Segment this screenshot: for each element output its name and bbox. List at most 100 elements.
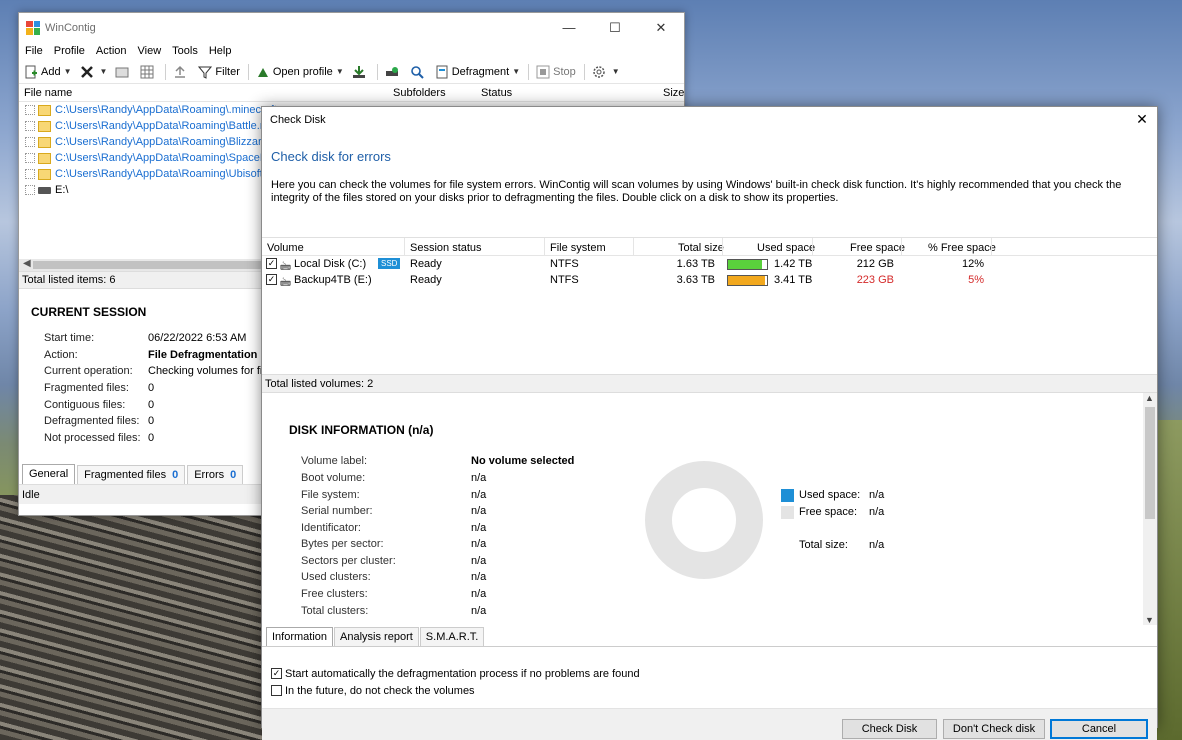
tab-errors[interactable]: Errors 0 [187, 465, 244, 484]
chevron-down-icon: ▼ [63, 67, 72, 76]
scroll-thumb[interactable] [1145, 407, 1155, 519]
download-icon [352, 65, 365, 78]
tree-connector-icon [25, 137, 35, 147]
column-pct-free[interactable]: % Free space [928, 242, 996, 254]
remove-button[interactable]: ▼ [80, 65, 108, 79]
window-title: WinContig [45, 21, 96, 34]
column-free-space[interactable]: Free space [850, 242, 905, 254]
volume-checkbox[interactable]: ✓ [266, 274, 277, 285]
defragment-button[interactable]: Defragment ▼ [435, 65, 520, 79]
scroll-down-icon[interactable]: ▼ [1145, 615, 1154, 625]
folder-icon [38, 120, 51, 132]
add-button[interactable]: Add ▼ [24, 65, 72, 79]
volume-checkbox[interactable]: ✓ [266, 258, 277, 269]
column-size[interactable]: Size [663, 87, 684, 99]
menu-action[interactable]: Action [96, 45, 127, 57]
info-row: Total clusters: n/a [301, 605, 487, 617]
chevron-down-icon: ▼ [99, 67, 108, 76]
vertical-scrollbar[interactable]: ▲ ▼ [1143, 393, 1157, 625]
column-file-name[interactable]: File name [24, 87, 72, 99]
properties-button[interactable] [115, 65, 132, 79]
grid-button[interactable] [140, 65, 157, 79]
column-session-status[interactable]: Session status [410, 242, 482, 254]
delete-x-icon [80, 65, 93, 78]
free-space-swatch [781, 506, 794, 519]
scroll-thumb[interactable] [33, 261, 263, 269]
settings-button[interactable]: ▼ [592, 65, 620, 79]
save-profile-button[interactable] [352, 65, 369, 79]
tab-analysis-report[interactable]: Analysis report [334, 627, 419, 646]
info-row: File system: n/a [301, 489, 487, 501]
menu-file[interactable]: File [25, 45, 43, 57]
stop-icon [536, 65, 550, 78]
auto-defrag-option[interactable]: ✓ Start automatically the defragmentation… [271, 665, 1157, 682]
upload-icon [175, 65, 186, 78]
folder-icon [38, 168, 51, 180]
info-row: Identificator: n/a [301, 522, 487, 534]
info-row: Sectors per cluster: n/a [301, 555, 487, 567]
minimize-icon[interactable]: — [546, 13, 592, 42]
dont-check-disk-button[interactable]: Don't Check disk [943, 719, 1045, 739]
info-row: Volume label: No volume selected [301, 455, 575, 467]
background-grass [1158, 420, 1182, 740]
stop-button[interactable]: Stop [536, 65, 576, 79]
column-subfolders[interactable]: Subfolders [393, 87, 446, 99]
cancel-button[interactable]: Cancel [1050, 719, 1148, 739]
column-file-system[interactable]: File system [550, 242, 606, 254]
folder-icon [38, 104, 51, 116]
dialog-header: Check disk for errors Here you can check… [262, 132, 1157, 238]
info-row: Serial number: n/a [301, 505, 487, 517]
table-row[interactable]: ✓ 🖮 Local Disk (C:) SSD Ready NTFS 1.63 … [262, 256, 1157, 273]
tab-general[interactable]: General [22, 464, 76, 484]
export-button[interactable] [173, 65, 190, 79]
column-volume[interactable]: Volume [267, 242, 304, 254]
check-disk-button[interactable]: Check Disk [842, 719, 937, 739]
menu-help[interactable]: Help [209, 45, 232, 57]
table-row[interactable]: ✓ 🖮 Backup4TB (E:) Ready NTFS 3.63 TB 3.… [262, 272, 1157, 289]
menu-tools[interactable]: Tools [172, 45, 198, 57]
filter-button[interactable]: Filter [198, 65, 240, 79]
add-file-icon [25, 65, 37, 78]
scroll-up-icon[interactable]: ▲ [1145, 393, 1154, 403]
gear-icon [593, 65, 605, 78]
used-space-bar [727, 275, 768, 286]
dont-check-option[interactable]: In the future, do not check the volumes [271, 682, 1157, 699]
dialog-tabs: Information Analysis report S.M.A.R.T. [262, 625, 1157, 647]
analyze-button[interactable] [410, 65, 427, 79]
disk-information-panel: DISK INFORMATION (n/a) Volume label: No v… [262, 393, 1157, 625]
folder-icon [38, 136, 51, 148]
dialog-title: Check Disk [270, 113, 326, 126]
ssd-badge: SSD [378, 258, 401, 269]
check-disk-dialog: Check Disk ✕ Check disk for errors Here … [261, 106, 1158, 740]
tab-information[interactable]: Information [266, 627, 334, 646]
info-row: Bytes per sector: n/a [301, 538, 487, 550]
maximize-icon[interactable]: ☐ [592, 13, 638, 42]
tree-connector-icon [25, 121, 35, 131]
dialog-titlebar[interactable]: Check Disk ✕ [262, 107, 1157, 132]
auto-defrag-checkbox[interactable]: ✓ [271, 668, 282, 679]
column-used-space[interactable]: Used space [757, 242, 815, 254]
check-disk-button[interactable] [385, 65, 402, 79]
column-total-size[interactable]: Total size [678, 242, 724, 254]
open-profile-button[interactable]: Open profile ▼ [256, 65, 344, 79]
file-list-header: File name Subfolders Status Size [19, 84, 684, 102]
defragment-icon [436, 65, 448, 78]
close-icon[interactable]: ✕ [1127, 111, 1157, 128]
menu-view[interactable]: View [138, 45, 162, 57]
filter-icon [198, 66, 213, 79]
tab-fragmented-files[interactable]: Fragmented files 0 [77, 465, 186, 484]
total-volumes-status: Total listed volumes: 2 [262, 374, 1157, 393]
menu-profile[interactable]: Profile [54, 45, 85, 57]
drive-icon [38, 186, 51, 194]
toolbar: Add ▼ ▼ Filter Open profile ▼ Defragment ▼ … [19, 60, 684, 84]
close-icon[interactable]: ✕ [638, 13, 684, 42]
chevron-down-icon: ▼ [611, 67, 620, 76]
drive-icon: 🖮 [280, 277, 291, 289]
folder-icon [38, 152, 51, 164]
dont-check-checkbox[interactable] [271, 685, 282, 696]
tab-smart[interactable]: S.M.A.R.T. [419, 627, 485, 646]
tree-connector-icon [25, 105, 35, 115]
scroll-left-icon[interactable]: ◀ [23, 258, 31, 269]
main-titlebar[interactable]: WinContig — ☐ ✕ [19, 13, 684, 42]
column-status[interactable]: Status [481, 87, 512, 99]
